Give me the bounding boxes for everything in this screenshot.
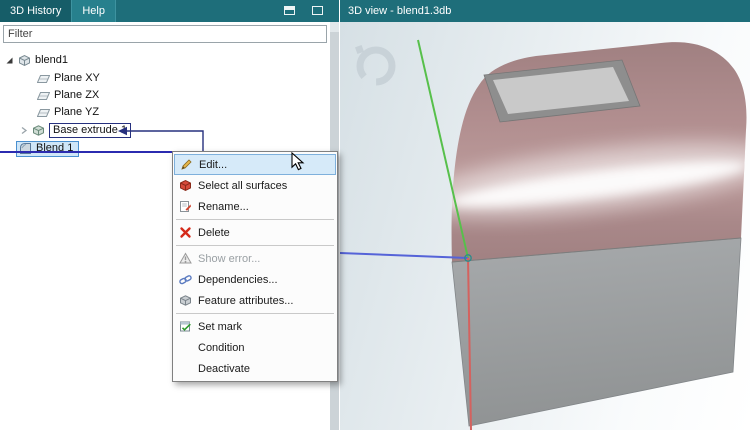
menu-item-feature-attributes[interactable]: Feature attributes... [174, 290, 336, 311]
filter-input[interactable] [3, 25, 327, 43]
tree-item-label: blend1 [35, 54, 69, 66]
menu-separator [176, 245, 334, 246]
3d-scene [339, 39, 747, 430]
plane-icon [37, 108, 50, 117]
tree-item-blend1[interactable]: blend1 [5, 52, 68, 69]
selected-item-highlight[interactable]: Blend 1 [16, 140, 80, 157]
menu-item-edit[interactable]: Edit... [174, 154, 336, 175]
tree-item-plane-yz[interactable]: Plane YZ [37, 104, 99, 121]
plane-icon [37, 74, 50, 83]
menu-separator [176, 313, 334, 314]
pencil-icon [178, 158, 195, 171]
tree-item-label: Blend 1 [36, 142, 74, 154]
menu-item-label: Dependencies... [198, 273, 278, 286]
part-cube-icon [19, 54, 30, 67]
panel-header: 3D History Help [0, 0, 339, 22]
menu-item-delete[interactable]: Delete [174, 222, 336, 243]
rename-icon [177, 200, 194, 213]
selection-reference-line [0, 151, 172, 153]
menu-item-label: Feature attributes... [198, 294, 294, 307]
tree-item-plane-xy[interactable]: Plane XY [37, 70, 100, 87]
view-header: 3D view - blend1.3db [340, 0, 750, 22]
blend-icon [20, 143, 31, 154]
expanded-triangle-icon[interactable] [5, 56, 14, 65]
maximize-icon[interactable] [312, 6, 323, 15]
menu-item-rename[interactable]: Rename... [174, 196, 336, 217]
menu-item-select-all-surfaces[interactable]: Select all surfaces [174, 175, 336, 196]
menu-item-label: Rename... [198, 200, 249, 213]
model-front-face [451, 237, 742, 427]
menu-item-condition[interactable]: Condition [174, 337, 336, 358]
menu-item-label: Condition [198, 341, 245, 354]
extrude-icon [33, 125, 44, 136]
view-panel: 3D view - blend1.3db [339, 0, 750, 430]
application-window: 3D History Help blend1 [0, 0, 750, 430]
tab-3d-history[interactable]: 3D History [0, 0, 73, 22]
menu-item-label: Show error... [198, 252, 261, 265]
tree-item-label: Plane ZX [54, 89, 100, 101]
warning-icon [177, 252, 194, 265]
tab-help[interactable]: Help [72, 0, 116, 22]
menu-item-show-error[interactable]: Show error... [174, 248, 336, 269]
menu-separator [176, 219, 334, 220]
menu-item-label: Select all surfaces [198, 179, 288, 192]
window-controls [284, 6, 323, 15]
menu-item-label: Delete [198, 226, 230, 239]
surfaces-cube-icon [177, 179, 194, 192]
tree-item-label: Base extrude 1 [49, 123, 131, 138]
plane-icon [37, 91, 50, 100]
chain-link-icon [177, 273, 194, 286]
menu-item-deactivate[interactable]: Deactivate [174, 358, 336, 379]
tree-item-blend-1[interactable]: Blend 1 [16, 140, 80, 157]
menu-item-label: Set mark [198, 320, 243, 333]
tab-3d-history-label: 3D History [10, 5, 62, 17]
menu-item-set-mark[interactable]: Set mark [174, 316, 336, 337]
tree-item-label: Plane XY [54, 72, 100, 84]
tree-item-base-extrude[interactable]: Base extrude 1 [20, 122, 131, 139]
axis-y-blue [339, 252, 469, 259]
menu-item-dependencies[interactable]: Dependencies... [174, 269, 336, 290]
undock-icon[interactable] [284, 6, 295, 15]
3d-viewport[interactable] [339, 22, 750, 430]
tree-item-label: Plane YZ [54, 106, 100, 118]
delete-x-icon [177, 226, 194, 239]
rotate-view-widget[interactable] [355, 45, 396, 86]
collapsed-chevron-icon[interactable] [20, 126, 28, 135]
attributes-icon [177, 294, 194, 307]
menu-item-label: Edit... [199, 158, 228, 171]
menu-item-label: Deactivate [198, 362, 250, 375]
tab-help-label: Help [82, 5, 105, 17]
tree-item-plane-zx[interactable]: Plane ZX [37, 87, 99, 104]
set-mark-icon [177, 320, 194, 333]
view-title: 3D view - blend1.3db [348, 5, 452, 17]
context-menu: Edit... Select all surfaces Rename... De… [172, 151, 338, 382]
